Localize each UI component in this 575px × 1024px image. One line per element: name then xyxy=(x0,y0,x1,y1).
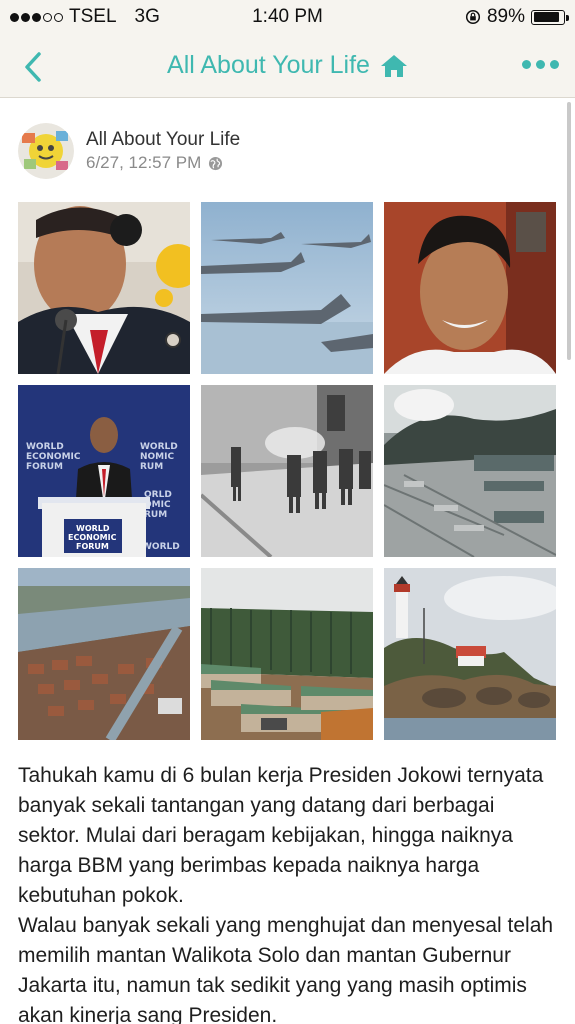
photo-world-economic-forum[interactable]: WORLD ECONOMIC FORUM WORLD NOMIC RUM ORLD OMI… xyxy=(18,385,190,557)
post-body: Tahukah kamu di 6 bulan kerja Presiden J… xyxy=(18,761,558,1024)
photo-forest-barracks[interactable] xyxy=(201,568,373,740)
photo-icon xyxy=(18,568,190,740)
avatar[interactable] xyxy=(18,123,74,179)
photo-icon xyxy=(201,568,373,740)
scrollbar[interactable] xyxy=(567,102,571,360)
photo-icon xyxy=(201,385,373,557)
photo-mining-site[interactable] xyxy=(384,385,556,557)
photo-icon: WORLDECONOMICFORUM WORLDNOMICRUM ORLDOMI… xyxy=(18,385,190,557)
battery-percent: 89% xyxy=(486,6,525,27)
carrier-label: TSEL xyxy=(69,6,117,27)
svg-text:FORUM: FORUM xyxy=(26,462,63,472)
svg-text:WORLD: WORLD xyxy=(142,542,180,552)
post-paragraph: Tahukah kamu di 6 bulan kerja Presiden J… xyxy=(18,764,544,907)
post-content: All About Your Life 6/27, 12:57 PM WORLD… xyxy=(0,99,575,1024)
nav-title-container[interactable]: All About Your Life xyxy=(0,51,575,80)
network-label: 3G xyxy=(134,6,160,27)
avatar-image xyxy=(18,123,74,179)
more-horizontal-icon xyxy=(522,60,531,69)
status-right: 89% xyxy=(465,6,569,28)
photo-president-smiling[interactable] xyxy=(384,202,556,374)
photo-grid: WORLD ECONOMIC FORUM WORLD NOMIC RUM ORLD OMI… xyxy=(18,202,556,740)
photo-icon xyxy=(384,385,556,557)
svg-text:RUM: RUM xyxy=(140,462,163,472)
post-header: All About Your Life 6/27, 12:57 PM xyxy=(18,123,240,179)
battery-fill xyxy=(533,12,560,22)
photo-icon xyxy=(384,202,556,374)
svg-text:WORLD: WORLD xyxy=(26,442,64,452)
svg-text:ECONOMIC: ECONOMIC xyxy=(68,533,117,542)
page-title: All About Your Life xyxy=(167,51,370,79)
svg-text:ECONOMIC: ECONOMIC xyxy=(26,452,81,462)
more-button[interactable] xyxy=(522,60,559,69)
photo-icon xyxy=(18,202,190,374)
nav-bar: All About Your Life xyxy=(0,34,575,98)
status-left: TSEL 3G xyxy=(10,6,160,28)
photo-icon xyxy=(201,202,373,374)
rotation-lock-icon xyxy=(465,9,481,25)
svg-text:WORLD: WORLD xyxy=(76,524,110,533)
photo-fighter-jets[interactable] xyxy=(201,202,373,374)
photo-execution-scene[interactable] xyxy=(201,385,373,557)
svg-text:RUM: RUM xyxy=(144,510,167,520)
post-timestamp: 6/27, 12:57 PM xyxy=(86,153,202,172)
battery-icon xyxy=(531,9,569,25)
photo-president-headset[interactable] xyxy=(18,202,190,374)
post-author-block: All About Your Life 6/27, 12:57 PM xyxy=(86,129,240,173)
photo-icon xyxy=(384,568,556,740)
svg-text:WORLD: WORLD xyxy=(140,442,178,452)
status-bar: TSEL 3G 1:40 PM 89% xyxy=(0,0,575,34)
photo-flooded-city[interactable] xyxy=(18,568,190,740)
signal-strength-icon xyxy=(10,12,63,22)
globe-icon xyxy=(209,156,223,170)
photo-lighthouse[interactable] xyxy=(384,568,556,740)
home-icon xyxy=(380,54,407,77)
svg-text:NOMIC: NOMIC xyxy=(140,452,174,462)
svg-text:FORUM: FORUM xyxy=(76,542,109,551)
post-meta: 6/27, 12:57 PM xyxy=(86,153,240,173)
post-author[interactable]: All About Your Life xyxy=(86,129,240,151)
post-paragraph: Walau banyak sekali yang menghujat dan m… xyxy=(18,914,554,1024)
